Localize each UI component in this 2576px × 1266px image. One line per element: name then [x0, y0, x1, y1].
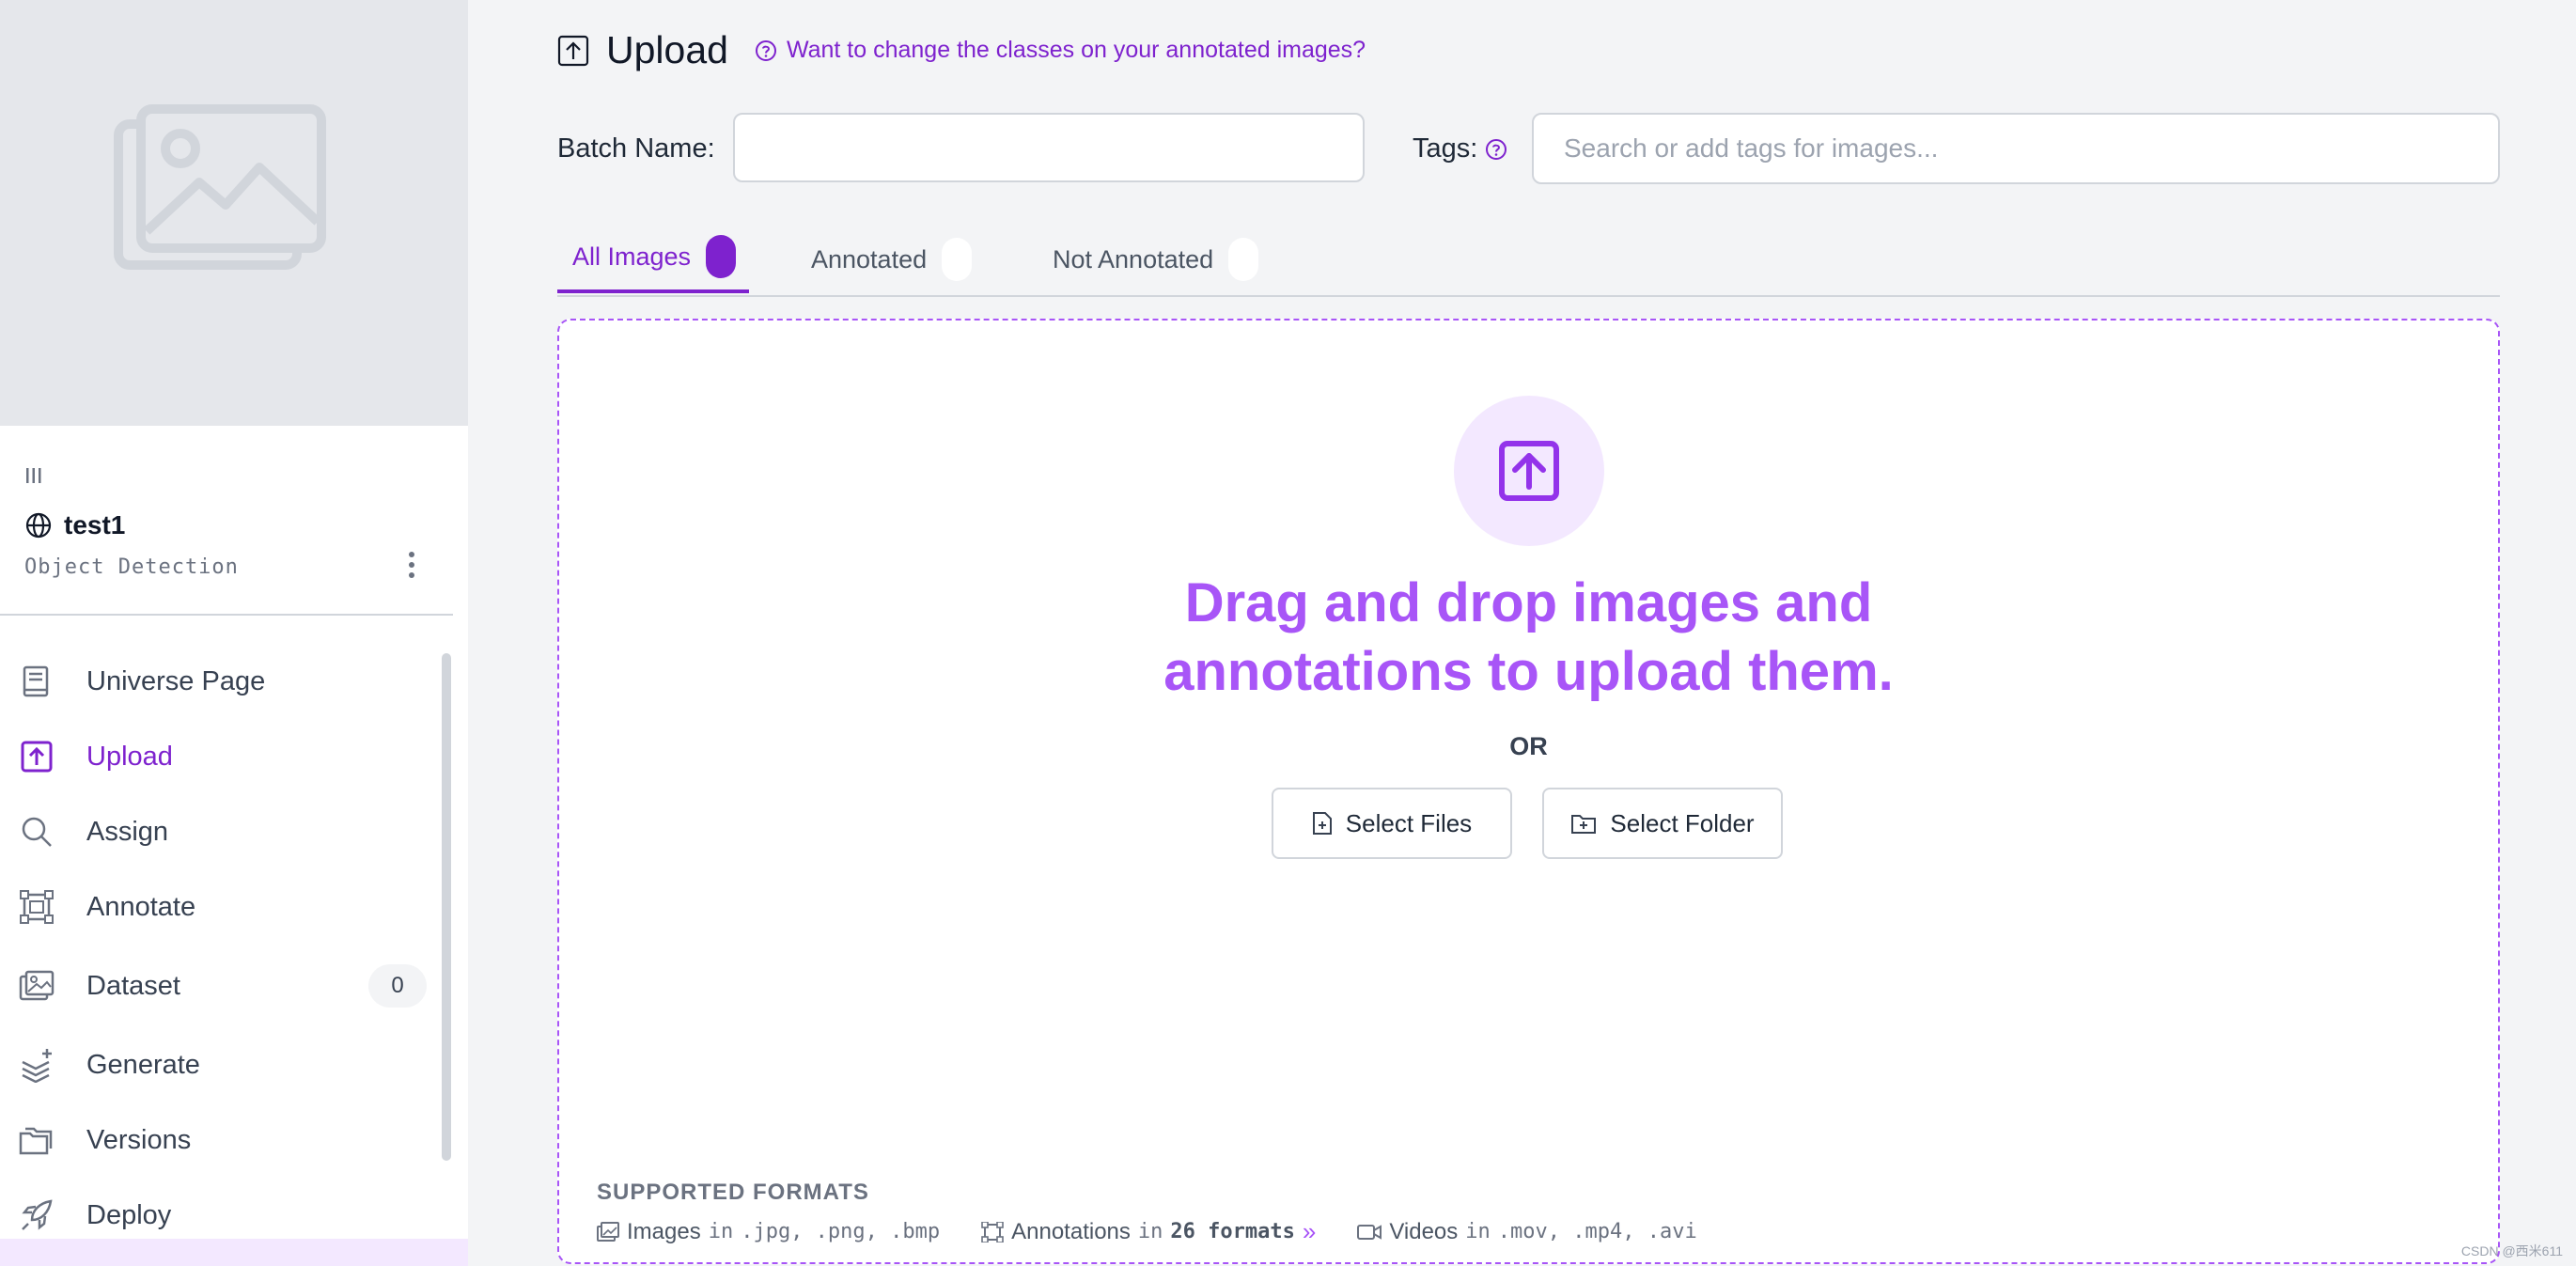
format-images-types: .jpg, .png, .bmp: [741, 1220, 941, 1243]
batch-name-label: Batch Name:: [557, 133, 715, 164]
format-annotations-in: in: [1137, 1220, 1163, 1243]
tab-annotated[interactable]: Annotated: [811, 224, 973, 295]
sidebar-item-generate[interactable]: Generate: [0, 1032, 442, 1098]
sidebar-item-label: Upload: [86, 741, 173, 772]
chevrons-right-icon[interactable]: »: [1303, 1217, 1316, 1246]
tab-label: Annotated: [811, 244, 928, 274]
sidebar-item-label: Deploy: [86, 1199, 172, 1230]
select-files-button[interactable]: Select Files: [1272, 788, 1512, 859]
change-classes-link-text: Want to change the classes on your annot…: [786, 37, 1366, 63]
format-videos-types: .mov, .mp4, .avi: [1497, 1220, 1697, 1243]
sidebar-footer-strip: [0, 1239, 468, 1266]
upload-icon: [557, 35, 589, 66]
dropzone-title: Drag and drop images and annotations to …: [559, 569, 2498, 706]
sidebar-item-label: Versions: [86, 1124, 192, 1155]
folder-plus-icon: [1571, 815, 1597, 834]
tab-label: Not Annotated: [1053, 244, 1214, 274]
upload-dropzone[interactable]: Drag and drop images and annotations to …: [557, 319, 2500, 1264]
format-annotations: Annotations in 26 formats »: [981, 1217, 1316, 1246]
select-folder-button[interactable]: Select Folder: [1542, 788, 1783, 859]
supported-formats-row: Images in .jpg, .png, .bmp Annotations i…: [597, 1217, 1739, 1246]
file-plus-icon: [1312, 812, 1332, 835]
bounding-box-icon: [981, 1221, 1004, 1243]
video-icon: [1357, 1224, 1382, 1240]
search-icon: [22, 817, 52, 847]
tab-label: All Images: [572, 242, 692, 271]
dataset-count-badge: 0: [368, 964, 427, 1008]
format-annotations-label: Annotations: [1011, 1218, 1131, 1244]
sidebar-item-dataset[interactable]: Dataset 0: [0, 953, 442, 1019]
sidebar-item-label: Generate: [86, 1049, 200, 1080]
page-header: Upload Want to change the classes on you…: [557, 28, 1366, 72]
format-images: Images in .jpg, .png, .bmp: [597, 1219, 940, 1245]
sidebar-item-universe-page[interactable]: Universe Page: [0, 649, 442, 714]
help-circle-icon[interactable]: [1485, 138, 1507, 161]
main-content: Upload Want to change the classes on you…: [468, 0, 2576, 1266]
format-images-label: Images: [627, 1218, 701, 1244]
page-title: Upload: [606, 28, 728, 71]
format-videos-in: in: [1465, 1220, 1491, 1243]
drag-handle-icon[interactable]: [24, 466, 43, 485]
globe-icon: [25, 512, 52, 539]
sidebar-item-label: Dataset: [86, 970, 180, 1001]
tab-count-pill: [942, 238, 973, 281]
format-videos-label: Videos: [1389, 1218, 1459, 1244]
upload-icon: [1499, 441, 1559, 501]
format-videos: Videos in .mov, .mp4, .avi: [1357, 1218, 1697, 1245]
sidebar-item-versions[interactable]: Versions: [0, 1107, 442, 1173]
book-icon: [23, 665, 49, 697]
upload-circle: [1454, 396, 1604, 546]
change-classes-link[interactable]: Want to change the classes on your annot…: [755, 37, 1366, 64]
sidebar-item-annotate[interactable]: Annotate: [0, 874, 442, 940]
project-name-text: test1: [64, 510, 126, 539]
image-icon: [597, 1221, 619, 1242]
tags-label: Tags:: [1413, 133, 1478, 164]
sidebar: test1 Object Detection Universe Page Upl…: [0, 0, 468, 1266]
help-circle-icon: [755, 39, 776, 61]
project-type: Object Detection: [24, 555, 239, 579]
tags-search-input[interactable]: [1532, 113, 2500, 184]
sidebar-scrollbar[interactable]: [442, 653, 451, 1161]
sidebar-item-upload[interactable]: Upload: [0, 724, 442, 789]
dropzone-title-line2: annotations to upload them.: [1163, 641, 1894, 702]
tab-all-images[interactable]: All Images: [557, 224, 750, 293]
or-separator: OR: [1509, 732, 1548, 760]
supported-formats: SUPPORTED FORMATS Images in .jpg, .png, …: [597, 1180, 1697, 1245]
format-images-in: in: [708, 1220, 734, 1243]
tab-count-pill: [706, 235, 737, 278]
project-name: test1: [24, 510, 125, 540]
batch-name-input[interactable]: [733, 113, 1365, 182]
watermark: CSDN @西米611: [2460, 1243, 2563, 1258]
image-filter-tabs: All Images Annotated Not Annotated: [557, 224, 2500, 297]
supported-formats-title: SUPPORTED FORMATS: [597, 1180, 869, 1205]
project-thumbnail: [0, 0, 468, 426]
sidebar-item-label: Assign: [86, 816, 169, 847]
annotation-formats-link[interactable]: 26 formats: [1170, 1220, 1294, 1243]
tags-label-wrap: Tags:: [1413, 133, 1507, 164]
folders-icon: [19, 1127, 53, 1155]
dropzone-title-line1: Drag and drop images and: [1184, 572, 1873, 633]
sidebar-divider: [0, 614, 453, 616]
tab-not-annotated[interactable]: Not Annotated: [1053, 224, 1259, 295]
rocket-icon: [22, 1199, 53, 1230]
annotate-icon: [20, 890, 54, 924]
more-options-icon[interactable]: [400, 549, 423, 581]
sidebar-item-label: Universe Page: [86, 665, 266, 696]
select-folder-label: Select Folder: [1610, 808, 1755, 837]
sidebar-item-label: Annotate: [86, 891, 196, 922]
upload-icon: [21, 741, 53, 773]
layers-icon: [22, 1049, 52, 1083]
sidebar-item-assign[interactable]: Assign: [0, 799, 442, 865]
tab-count-pill: [1228, 238, 1259, 281]
select-files-label: Select Files: [1345, 808, 1473, 837]
images-icon: [19, 970, 55, 1001]
image-placeholder-icon: [114, 104, 326, 270]
